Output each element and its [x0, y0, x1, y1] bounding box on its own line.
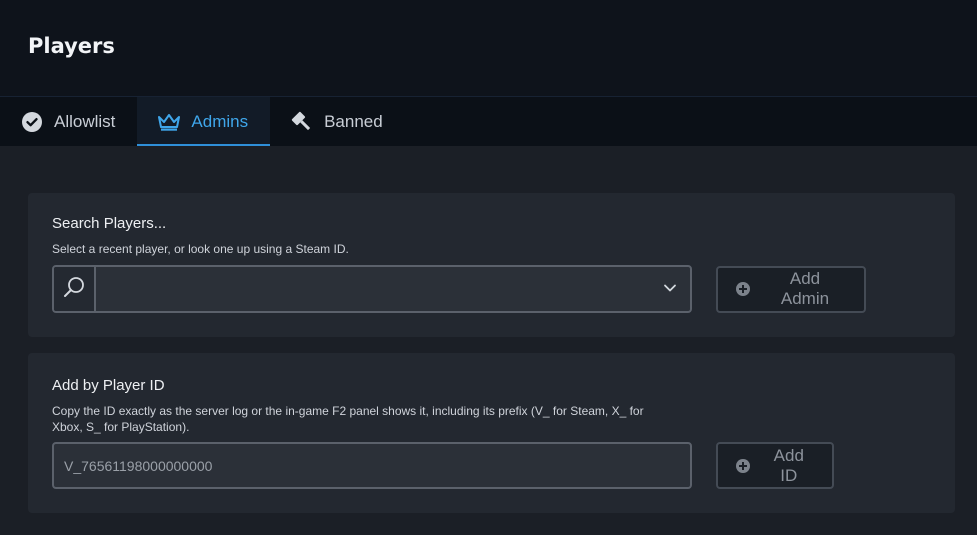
add-id-label: Add ID — [773, 445, 804, 485]
tab-bar-filler — [404, 97, 535, 146]
search-button[interactable] — [54, 267, 96, 311]
id-card-description-line1: Copy the ID exactly as the server log or… — [52, 404, 644, 418]
tab-allowlist[interactable]: Allowlist — [0, 97, 137, 146]
tab-admins[interactable]: Admins — [137, 97, 271, 146]
id-card-description: Copy the ID exactly as the server log or… — [52, 403, 931, 435]
tab-allowlist-label: Allowlist — [54, 111, 116, 131]
id-card-title: Add by Player ID — [52, 377, 165, 394]
page-header: Players — [0, 0, 977, 96]
add-admin-button[interactable]: Add Admin — [716, 265, 866, 313]
add-id-button[interactable]: Add ID — [716, 442, 834, 489]
page-title: Players — [28, 34, 115, 58]
search-players-card: Search Players... Select a recent player… — [28, 193, 955, 337]
search-icon — [62, 275, 86, 304]
add-admin-label: Add Admin — [780, 269, 830, 308]
ban-hammer-icon — [290, 110, 314, 134]
search-card-description: Select a recent player, or look one up u… — [52, 242, 349, 256]
tab-banned-label: Banned — [324, 111, 383, 131]
player-search-input[interactable] — [96, 267, 650, 311]
tab-banned[interactable]: Banned — [270, 97, 405, 146]
check-circle-icon — [20, 110, 44, 134]
player-id-input[interactable] — [52, 442, 692, 489]
plus-circle-icon — [736, 458, 750, 473]
dropdown-toggle[interactable] — [650, 267, 690, 311]
tab-bar: Allowlist Admins Banned — [0, 96, 977, 146]
tab-admins-label: Admins — [191, 111, 249, 131]
add-by-id-card: Add by Player ID Copy the ID exactly as … — [28, 353, 955, 513]
id-card-description-line2: Xbox, S_ for PlayStation). — [52, 420, 190, 434]
player-search-combobox[interactable] — [52, 265, 692, 313]
chevron-down-icon — [663, 280, 677, 298]
search-card-title: Search Players... — [52, 215, 167, 232]
main-content: Search Players... Select a recent player… — [0, 146, 977, 513]
plus-circle-icon — [736, 282, 750, 296]
crown-icon — [157, 110, 181, 134]
